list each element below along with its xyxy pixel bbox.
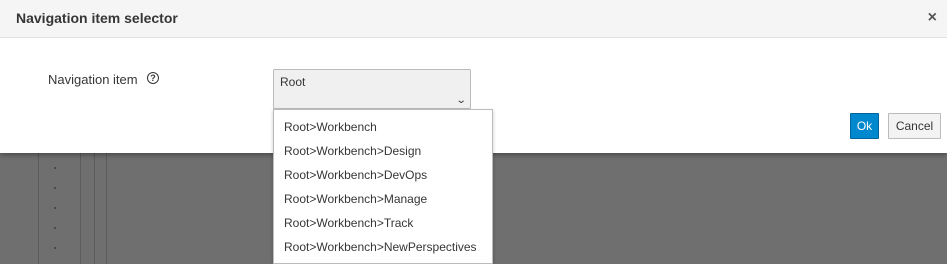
background-divider [94,153,95,264]
background-dot [54,167,56,169]
ok-button[interactable]: Ok [850,113,879,139]
background-dot [54,227,56,229]
dropdown-option[interactable]: Root>Workbench>NewPerspectives [284,240,477,254]
background-divider [106,153,107,264]
background-dot [54,207,56,209]
modal-title: Navigation item selector [16,10,178,26]
select-value: Root [280,75,306,89]
background-dot [54,187,56,189]
dropdown-option[interactable]: Root>Workbench>Design [284,144,421,158]
dropdown-option[interactable]: Root>Workbench>DevOps [284,168,427,182]
dropdown-option[interactable]: Root>Workbench>Manage [284,192,427,206]
dropdown-option[interactable]: Root>Workbench [284,120,377,134]
navigation-item-dropdown-list: Root>Workbench Root>Workbench>Design Roo… [273,109,493,264]
modal-header: Navigation item selector × [0,0,947,38]
chevron-down-icon: ⌄ [455,95,467,106]
close-icon[interactable]: × [928,9,937,27]
dropdown-option[interactable]: Root>Workbench>Track [284,216,413,230]
background-dot [54,247,56,249]
cancel-button[interactable]: Cancel [888,113,941,139]
background-divider [38,153,39,264]
question-circle-icon[interactable]: ? [147,72,159,84]
navigation-item-label: Navigation item [48,72,138,87]
navigation-item-select[interactable]: Root ⌄ [273,69,471,109]
background-divider [80,153,81,264]
